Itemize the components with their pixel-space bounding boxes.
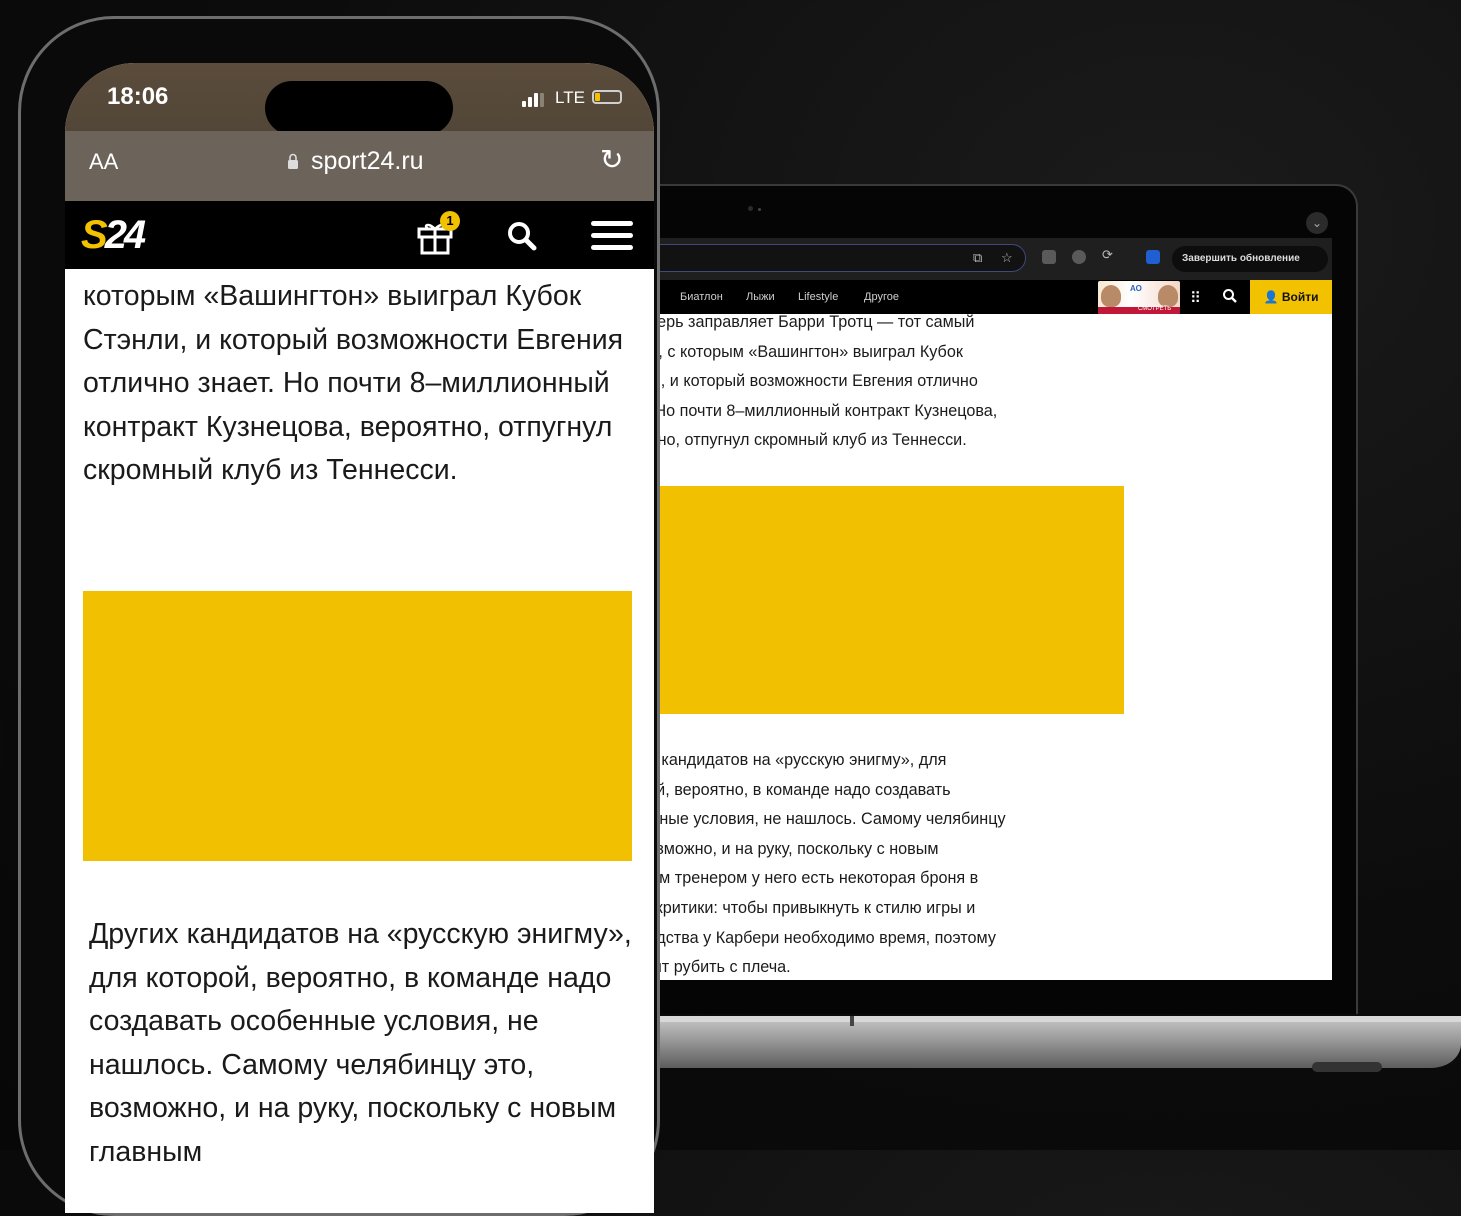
camera-indicator [758, 208, 761, 211]
promo-face-left [1101, 285, 1121, 307]
login-label: Войти [1281, 290, 1319, 304]
extension-camera-icon[interactable] [1042, 250, 1056, 264]
para2-line: плане критики: чтобы привыкнуть к стилю … [610, 898, 976, 917]
browser-toolbar: ⧉ ☆ ⟳ Завершить обновление [610, 238, 1332, 280]
article-paragraph-2: Других кандидатов на «русскую энигму», д… [89, 918, 632, 1168]
cast-icon[interactable]: ⧉ [973, 250, 982, 266]
site-logo[interactable]: S24 [81, 213, 146, 258]
chevron-down-icon[interactable]: ⌄ [1306, 212, 1328, 234]
gift-badge: 1 [440, 211, 460, 231]
para2-line: не стоит рубить с плеча. [610, 958, 791, 977]
lock-icon [288, 153, 298, 169]
laptop-base-edge [580, 1016, 1461, 1022]
bookmark-star-icon[interactable]: ☆ [1001, 250, 1013, 266]
search-icon[interactable] [505, 219, 539, 253]
article-paragraph-1: которым «Вашингтон» выиграл Кубок Стэнли… [83, 280, 624, 486]
nav-item-ski[interactable]: Лыжи [746, 291, 775, 303]
laptop-hinge-notch [850, 1016, 854, 1026]
para2-line: особенные условия, не нашлось. Самому че… [610, 810, 1006, 829]
para1-line: Стэнли, и который возможности Евгения от… [610, 372, 978, 391]
laptop-base [580, 1016, 1461, 1068]
para2-line: главным тренером у него есть некоторая б… [610, 869, 979, 888]
dynamic-island [265, 81, 453, 135]
article-paragraph-1: где теперь заправляет Барри Тротц — тот … [610, 308, 1130, 456]
url-text[interactable]: sport24.ru [311, 147, 424, 176]
battery-icon [592, 90, 622, 104]
user-icon: 👤 [1263, 290, 1279, 304]
article-paragraph-2: Других кандидатов на «русскую энигму», д… [610, 746, 1130, 980]
extension-circle-icon[interactable] [1072, 250, 1086, 264]
nav-item-lifestyle[interactable]: Lifestyle [798, 291, 838, 303]
para2-line: это, возможно, и на руку, поскольку с но… [610, 839, 939, 858]
para1-line: где теперь заправляет Барри Тротц — тот … [610, 313, 975, 331]
address-bar[interactable]: ⧉ ☆ [610, 244, 1026, 272]
nav-item-other[interactable]: Другое [864, 291, 899, 303]
safari-address-bar[interactable]: AA sport24.ru ↻ [65, 131, 654, 201]
laptop-screen: ⧉ ☆ ⟳ Завершить обновление Биатлон Лыжи … [610, 238, 1332, 980]
promo-label: АО [1130, 284, 1142, 293]
article-content: где теперь заправляет Барри Тротц — тот … [610, 313, 1332, 980]
hamburger-menu-icon[interactable] [591, 221, 633, 251]
site-header: S24 1 [65, 201, 654, 269]
status-time: 18:06 [107, 83, 169, 110]
laptop-foot [1312, 1062, 1382, 1072]
para2-line: руководства у Карбери необходимо время, … [610, 928, 996, 947]
search-icon[interactable] [1222, 288, 1238, 308]
phone-screen: 18:06 LTE AA sport24.ru ↻ S24 1 которым … [65, 63, 654, 1213]
profile-avatar[interactable] [1146, 250, 1160, 264]
promo-face-right [1158, 285, 1178, 307]
network-type: LTE [555, 88, 585, 107]
para1-line: вероятно, отпугнул скромный клуб из Тенн… [610, 431, 967, 450]
para2-line: которой, вероятно, в команде надо создав… [610, 780, 951, 799]
reload-icon[interactable]: ↻ [600, 143, 623, 176]
ad-placeholder [610, 486, 1124, 714]
camera [748, 206, 753, 211]
para1-line: знает. Но почти 8–миллионный контракт Ку… [610, 401, 998, 420]
nav-item-biathlon[interactable]: Биатлон [680, 291, 723, 303]
update-button[interactable]: Завершить обновление [1172, 246, 1328, 272]
ad-placeholder [83, 591, 632, 861]
phone-frame: 18:06 LTE AA sport24.ru ↻ S24 1 которым … [18, 16, 660, 1216]
signal-icon [522, 89, 546, 107]
text-size-button[interactable]: AA [89, 149, 118, 175]
para2-line: Других кандидатов на «русскую энигму», д… [610, 751, 947, 769]
para1-line: тренер, с которым «Вашингтон» выиграл Ку… [610, 342, 963, 361]
apps-grid-icon[interactable]: ⠿ [1190, 289, 1201, 307]
login-button[interactable]: 👤 Войти [1250, 280, 1332, 314]
extension-puzzle-icon[interactable]: ⟳ [1102, 247, 1116, 262]
